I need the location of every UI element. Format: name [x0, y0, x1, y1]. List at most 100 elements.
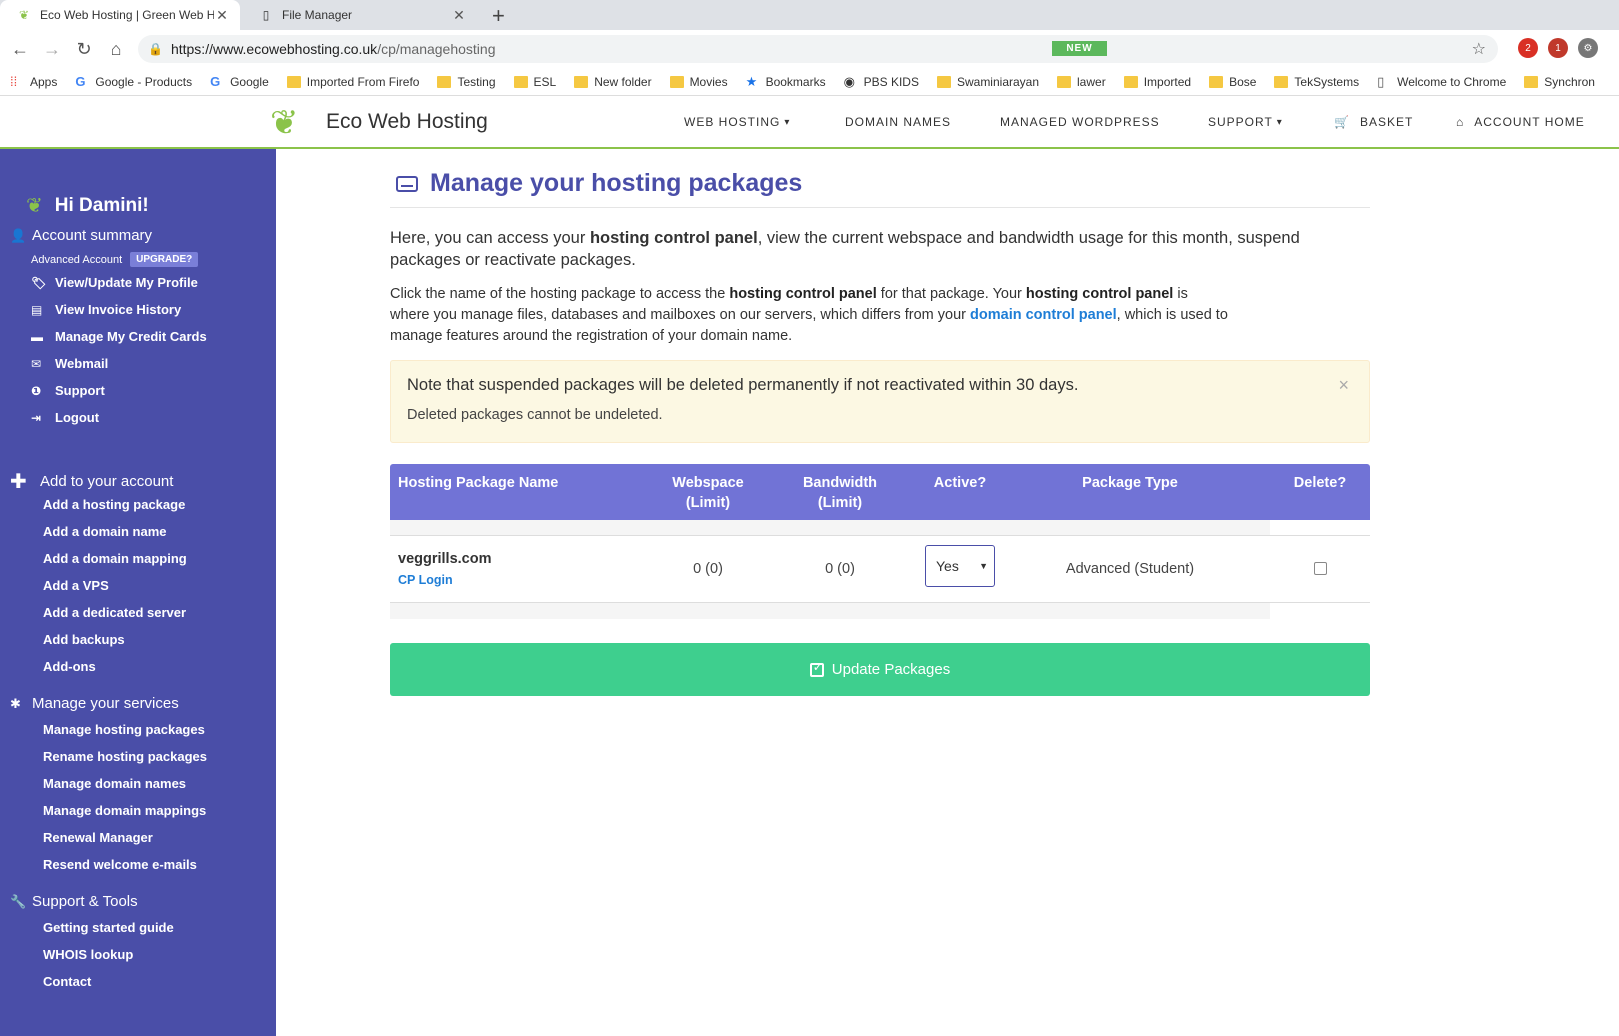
nav-basket[interactable]: 🛒 BASKET	[1334, 115, 1413, 129]
bookmark-label: Swaminiarayan	[956, 74, 1040, 89]
domain-control-panel-link[interactable]: domain control panel	[970, 307, 1117, 323]
new-tab-icon[interactable]: +	[492, 3, 505, 29]
url-field[interactable]: 🔒 https://www.ecowebhosting.co.uk/cp/man…	[138, 35, 1498, 63]
nav-account-home[interactable]: ⌂ ACCOUNT HOME	[1456, 115, 1585, 129]
sidebar-item-contact[interactable]: Contact	[43, 974, 91, 989]
bookmark-item[interactable]: New folder	[574, 75, 652, 89]
nav-label: BASKET	[1359, 115, 1414, 129]
sidebar-item-invoices[interactable]: ▤ View Invoice History	[31, 302, 181, 317]
bookmark-item[interactable]: Bose	[1209, 75, 1256, 89]
header-package-name: Hosting Package Name	[398, 475, 559, 491]
bookmark-item[interactable]: ▯ Welcome to Chrome	[1377, 74, 1506, 90]
header-active: Active?	[933, 475, 987, 491]
nav-domain-names[interactable]: DOMAIN NAMES	[845, 115, 951, 129]
home-icon[interactable]: ⌂	[100, 39, 132, 60]
sidebar-item-label: Webmail	[55, 356, 109, 371]
hard-drive-icon	[396, 175, 418, 192]
bookmark-label: lawer	[1077, 74, 1106, 89]
bookmark-item[interactable]: Movies	[669, 75, 728, 89]
bookmark-item[interactable]: G Google	[210, 74, 269, 89]
sidebar-item-label: Add a dedicated server	[43, 605, 187, 620]
bookmark-item[interactable]: Swaminiarayan	[936, 74, 1040, 89]
cp-login-link[interactable]: CP Login	[398, 573, 453, 587]
nav-support[interactable]: SUPPORT ▾	[1208, 115, 1283, 129]
adblock-icon[interactable]: 1	[1548, 38, 1568, 58]
section-manage: ✱ Manage your services	[0, 695, 179, 712]
bookmark-item[interactable]: TekSystems	[1274, 75, 1359, 89]
bookmark-label: Welcome to Chrome	[1397, 74, 1507, 89]
sidebar-item-add-vps[interactable]: Add a VPS	[43, 578, 109, 593]
eco-leaf-logo-icon[interactable]: ❦	[270, 103, 299, 143]
lead-text: Here, you can access your	[390, 229, 590, 247]
sidebar-item-whois[interactable]: WHOIS lookup	[43, 947, 133, 962]
sidebar-item-rename-hosting[interactable]: Rename hosting packages	[43, 749, 207, 764]
bookmark-item[interactable]: ★ Bookmarks	[746, 74, 826, 90]
sidebar-item-label: Add-ons	[43, 659, 96, 674]
brand-name[interactable]: Eco Web Hosting	[326, 110, 488, 134]
browser-tab-active[interactable]: ❦ Eco Web Hosting | Green Web Ho ✕	[0, 0, 240, 30]
nav-web-hosting[interactable]: WEB HOSTING ▾	[684, 115, 790, 129]
bookmark-item[interactable]: ⁞⁞ Apps	[10, 74, 57, 89]
tab-close-icon[interactable]: ✕	[214, 7, 230, 24]
sidebar-item-credit-cards[interactable]: ▬ Manage My Credit Cards	[31, 329, 207, 344]
pbs-icon: ◉	[843, 73, 855, 89]
bookmark-item[interactable]: lawer	[1057, 75, 1106, 89]
sidebar-item-getting-started[interactable]: Getting started guide	[43, 920, 174, 935]
delete-checkbox[interactable]	[1314, 562, 1327, 575]
back-icon[interactable]: ←	[4, 39, 36, 60]
sidebar-item-support[interactable]: ❶ Support	[31, 383, 105, 398]
star-icon: ★	[745, 73, 758, 89]
url-host: https://www.ecowebhosting.co.uk	[170, 41, 378, 57]
bookmark-item[interactable]: Imported	[1123, 75, 1191, 89]
sidebar-item-resend-emails[interactable]: Resend welcome e-mails	[43, 857, 197, 872]
update-packages-button[interactable]: Update Packages	[390, 643, 1370, 696]
sidebar-item-label: Renewal Manager	[43, 830, 153, 845]
sidebar-item-add-backups[interactable]: Add backups	[43, 632, 125, 647]
reload-icon[interactable]: ↻	[68, 39, 100, 60]
bookmark-star-icon[interactable]: ☆	[1472, 39, 1486, 59]
bookmark-item[interactable]: ◉ PBS KIDS	[844, 74, 919, 90]
forward-icon[interactable]: →	[36, 39, 68, 60]
lock-icon: 🔒	[148, 42, 163, 56]
bookmark-item[interactable]: G Google - Products	[75, 74, 192, 89]
sidebar-item-renewal-manager[interactable]: Renewal Manager	[43, 830, 153, 845]
tab-close-icon[interactable]: ✕	[451, 7, 467, 24]
extension-icon[interactable]: 2	[1518, 38, 1538, 58]
sidebar-item-add-dedicated[interactable]: Add a dedicated server	[43, 605, 186, 620]
sidebar-item-webmail[interactable]: ✉ Webmail	[31, 356, 108, 371]
nav-managed-wordpress[interactable]: MANAGED WORDPRESS	[1000, 115, 1160, 129]
bookmark-item[interactable]: ESL	[513, 75, 556, 89]
sidebar-item-add-mapping[interactable]: Add a domain mapping	[43, 551, 187, 566]
section-title: Support & Tools	[32, 893, 138, 910]
sidebar-item-addons[interactable]: Add-ons	[43, 659, 96, 674]
active-select[interactable]: Yes ▼	[925, 545, 995, 587]
bookmark-label: Bookmarks	[765, 74, 826, 89]
bookmark-item[interactable]: Synchron	[1524, 75, 1595, 89]
chevron-down-icon: ▾	[784, 116, 791, 128]
sidebar-item-logout[interactable]: ⇥ Logout	[31, 410, 99, 425]
webspace-value: 0 (0)	[693, 561, 723, 577]
sidebar-item-label: Add a domain mapping	[43, 551, 187, 566]
sidebar-item-label: Add a VPS	[43, 578, 109, 593]
sidebar-item-manage-mappings[interactable]: Manage domain mappings	[43, 803, 206, 818]
sidebar-item-add-domain[interactable]: Add a domain name	[43, 524, 167, 539]
sidebar-item-profile[interactable]: 🏷 View/Update My Profile	[31, 275, 198, 290]
bookmark-item[interactable]: Testing	[437, 74, 496, 89]
tags-icon: 🏷	[31, 275, 47, 290]
lead-bold: hosting control panel	[589, 229, 758, 247]
package-name[interactable]: veggrills.com	[398, 551, 491, 567]
bookmark-item[interactable]: Imported From Firefo	[286, 75, 419, 89]
home-icon: ⌂	[1456, 115, 1465, 129]
upgrade-badge[interactable]: UPGRADE?	[130, 252, 199, 267]
bookmark-label: Testing	[457, 74, 496, 89]
sidebar-item-label: View Invoice History	[55, 302, 182, 317]
close-icon[interactable]: ×	[1338, 375, 1349, 396]
sidebar-item-manage-domains[interactable]: Manage domain names	[43, 776, 186, 791]
extension-gear-icon[interactable]: ⚙	[1578, 38, 1598, 58]
sidebar-item-manage-hosting[interactable]: Manage hosting packages	[43, 722, 205, 737]
credit-card-icon: ▬	[31, 329, 43, 344]
browser-tab-file-manager[interactable]: ▯ File Manager ✕	[242, 0, 477, 30]
sidebar-item-add-hosting[interactable]: Add a hosting package	[43, 497, 185, 512]
chevron-down-icon: ▼	[979, 561, 988, 571]
folder-icon	[936, 75, 951, 88]
